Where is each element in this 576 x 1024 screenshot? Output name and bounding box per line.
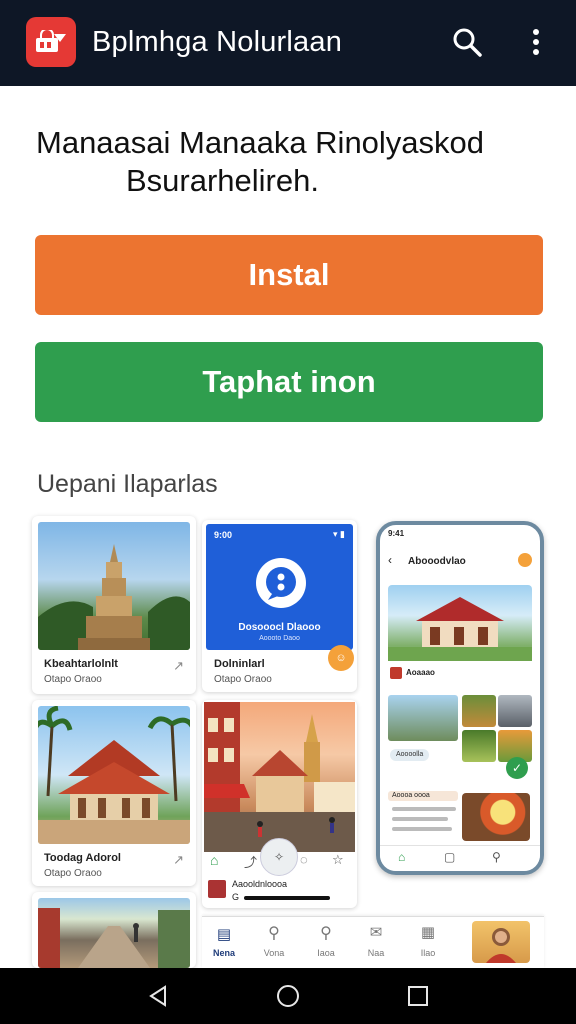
tag-chip[interactable]: Aoooolla [390, 749, 430, 761]
screenshot-card[interactable]: Kbeahtarlolnlt Otapo Oraoo ↗ [32, 516, 196, 694]
screenshot-card[interactable]: 9:00 ▾ ▮ Dosooocl Dlaooo Aoooto Daoo ☺ D… [202, 520, 357, 692]
calendar-tab-icon[interactable]: ▦ [418, 923, 438, 941]
thumbnail-icon [208, 880, 226, 898]
tab-label[interactable]: Iaoa [310, 948, 342, 958]
banner-subtext: Aoooto Daoo [259, 635, 300, 642]
dish-photo [462, 793, 530, 841]
gallery-photo [498, 695, 532, 727]
search-tab-icon[interactable]: ⚲ [492, 850, 501, 864]
home-tab-icon[interactable]: ⌂ [398, 850, 405, 864]
inbox-tab-icon[interactable]: ✉ [366, 923, 386, 941]
home-tab-icon[interactable]: ⌂ [210, 852, 218, 868]
temple-photo [38, 522, 190, 650]
progress-bar [244, 896, 330, 900]
avatar[interactable] [472, 921, 530, 963]
bottom-tab-bar: ▤ Nena ⚲ Vona ⚲ Iaoa ✉ Naa ▦ Ilao [202, 916, 544, 968]
card-subtitle: Otapo Oraoo [214, 674, 272, 685]
card-subtitle: Otapo Oraoo [44, 868, 102, 879]
headline-line-1: Manaasai Manaaka Rinolyaskod [36, 125, 485, 160]
home-tab-icon[interactable]: ▤ [214, 925, 234, 943]
tab-label[interactable]: Ilao [412, 948, 444, 958]
tab-label[interactable]: Vona [258, 948, 290, 958]
recents-square-icon[interactable] [404, 982, 432, 1010]
share-icon[interactable]: ⤴ [244, 852, 257, 871]
app-title: Bplmhga Nolurlaan [92, 26, 343, 58]
street-photo [38, 898, 190, 968]
card-caption: Kbeahtarlolnlt [44, 658, 118, 670]
food-photo [462, 695, 496, 727]
phone-title: Abooodvlao [408, 556, 466, 567]
back-triangle-icon[interactable] [144, 982, 172, 1010]
favorite-fab-icon[interactable]: ☺ [328, 645, 354, 671]
app-badge-icon [390, 667, 402, 679]
food-photo [462, 730, 496, 762]
share-icon[interactable]: ↗ [173, 658, 184, 674]
banner-text: Dosooocl Dlaooo [238, 622, 321, 633]
explore-tab-icon[interactable]: ⚲ [316, 923, 336, 943]
chat-bubble-icon [256, 558, 306, 608]
tab-label[interactable]: Naa [360, 948, 392, 958]
screenshots-section-title: Uepani Ilaparlas [37, 470, 218, 498]
strip-caption: Aaooldnloooa [232, 879, 288, 889]
screenshot-card[interactable]: Toodag Adorol Otapo Oraoo ↗ [32, 700, 196, 886]
more-vert-icon[interactable] [518, 24, 554, 60]
phone-hero-photo [388, 585, 532, 661]
screenshot-card[interactable] [32, 892, 196, 968]
app-bar: Bplmhga Nolurlaan [0, 0, 576, 86]
row-label: Aoaaao [406, 668, 435, 677]
screenshot-card[interactable]: ⌂ ⤴ ✧ ◌ ☆ Aaooldnloooa G [202, 700, 357, 908]
search-icon[interactable] [449, 24, 485, 60]
strip-subcaption: G [232, 892, 240, 902]
pavilion-photo [38, 706, 190, 844]
headline-line-2: Bsurarhelireh. [126, 163, 319, 198]
market-photo [204, 702, 355, 852]
phone-mockup[interactable]: 9:41 ‹ Abooodvlao Aoaaao Aoooolla ✓ Aooo… [376, 521, 544, 875]
install-button[interactable]: Instal [35, 235, 543, 315]
card-caption: Dolninlarl [214, 658, 265, 670]
notification-icon[interactable] [518, 553, 532, 567]
system-nav-bar [0, 968, 576, 1024]
comment-icon[interactable]: ◌ [300, 852, 308, 867]
share-icon[interactable]: ↗ [173, 852, 184, 868]
home-circle-icon[interactable] [274, 982, 302, 1010]
back-arrow-icon[interactable]: ‹ [388, 553, 392, 567]
gallery-photo [388, 695, 458, 741]
star-icon[interactable]: ☆ [332, 852, 344, 868]
card-subtitle: Otapo Oraoo [44, 674, 102, 685]
tab-label[interactable]: Nena [208, 948, 240, 958]
square-tab-icon[interactable]: ▢ [444, 850, 455, 864]
phone-bottom-nav: ⌂ ▢ ⚲ [380, 845, 540, 871]
row-label: Aoooa oooa [392, 792, 430, 799]
store-bag-icon[interactable] [26, 17, 76, 67]
secondary-action-button[interactable]: Taphat inon [35, 342, 543, 422]
blue-banner: 9:00 ▾ ▮ Dosooocl Dlaooo Aoooto Daoo [206, 524, 353, 650]
center-action-icon[interactable]: ✧ [260, 838, 298, 876]
search-tab-icon[interactable]: ⚲ [264, 923, 284, 943]
page-headline: Manaasai Manaaka Rinolyaskod Bsurarhelir… [36, 124, 546, 200]
check-icon[interactable]: ✓ [506, 757, 528, 779]
card-caption: Toodag Adorol [44, 852, 121, 864]
